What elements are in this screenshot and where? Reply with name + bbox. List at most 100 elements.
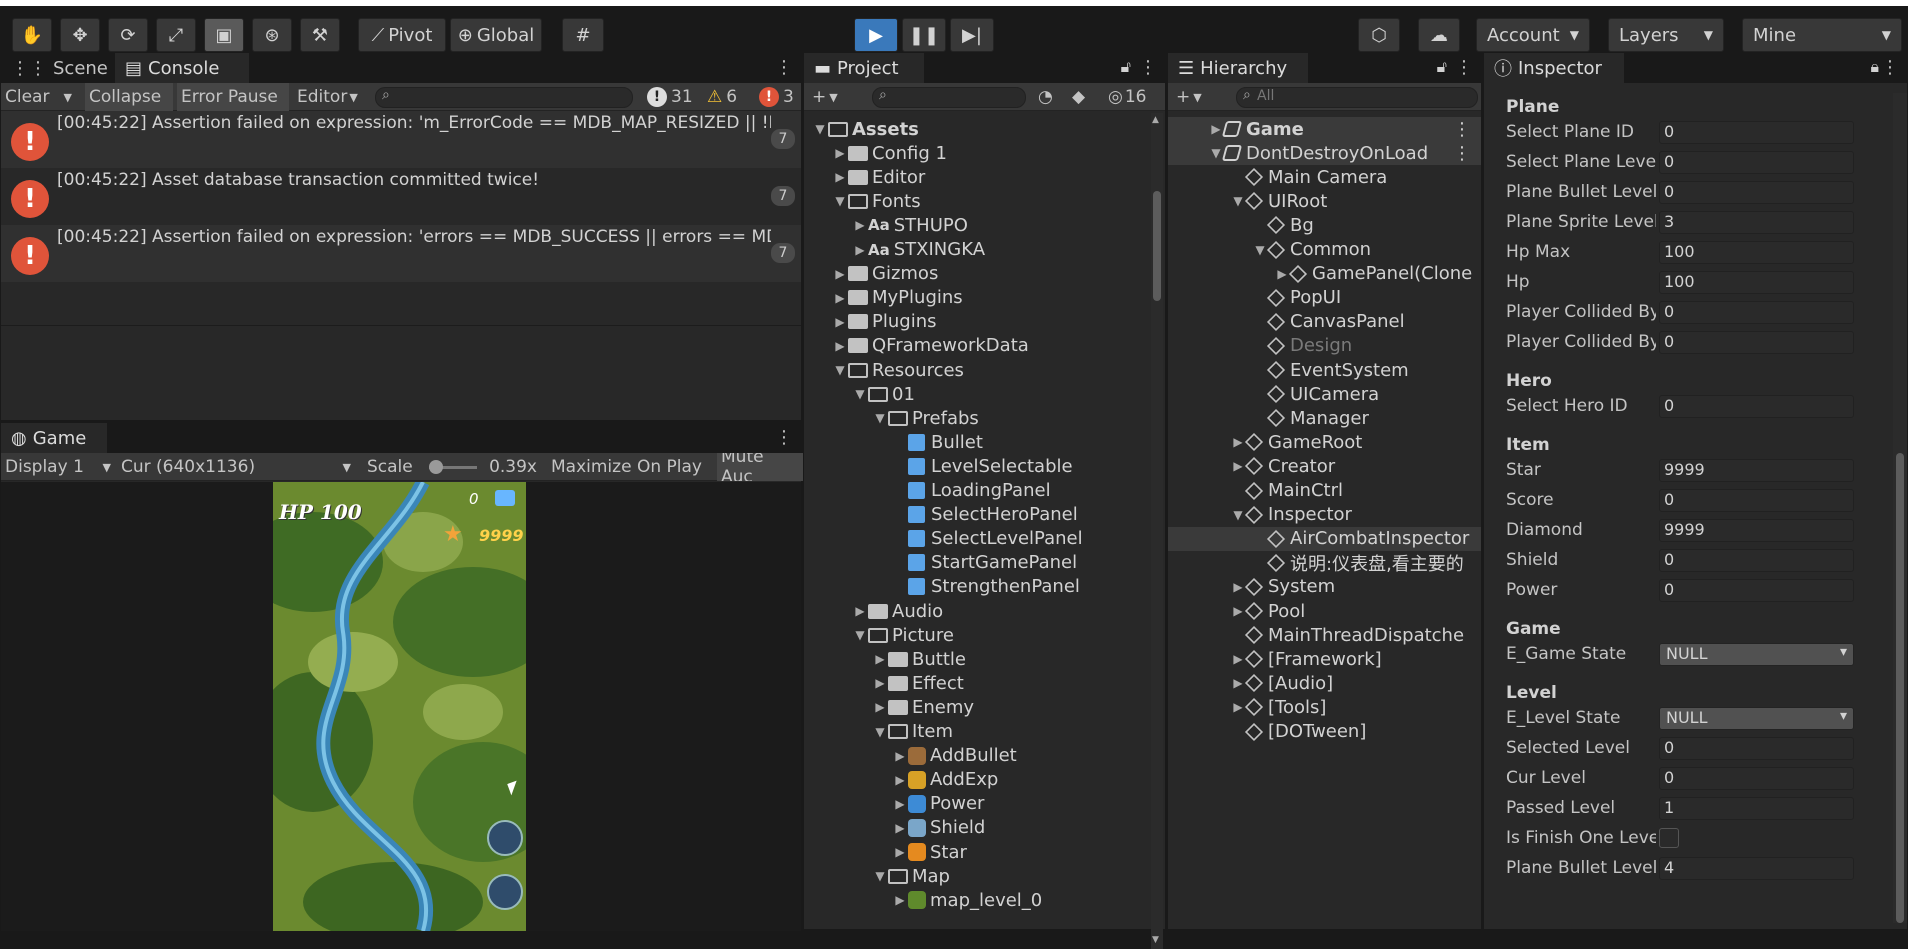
tree-item[interactable]: ▶ AddExp bbox=[804, 768, 1149, 792]
collapse-toggle[interactable]: Collapse bbox=[85, 83, 173, 111]
game-viewport[interactable]: HP 100 0 ★ 9999 bbox=[1, 482, 801, 931]
inspector-field-input[interactable]: 0 bbox=[1659, 579, 1854, 602]
scale-tool-icon[interactable]: ⤢ bbox=[156, 18, 196, 52]
collapsed-arrow-icon[interactable]: ▶ bbox=[892, 749, 908, 763]
layout-dropdown[interactable]: Mine ▼ bbox=[1742, 18, 1902, 52]
tree-item[interactable]: ▼ Item bbox=[804, 720, 1149, 744]
console-entry[interactable]: ! [00:45:22] Assertion failed on express… bbox=[1, 225, 801, 282]
collapsed-arrow-icon[interactable]: ▶ bbox=[852, 604, 868, 618]
kebab-menu-icon[interactable]: ⋮ bbox=[1455, 57, 1473, 78]
tree-item[interactable]: ▶ Power bbox=[804, 792, 1149, 816]
filter-type-icon[interactable]: ◔ bbox=[1034, 83, 1064, 111]
tree-item[interactable]: ▶ [Tools] bbox=[1168, 695, 1481, 719]
inspector-field-input[interactable]: 0 bbox=[1659, 489, 1854, 512]
collapsed-arrow-icon[interactable]: ▶ bbox=[832, 291, 848, 305]
tree-item[interactable]: MainCtrl bbox=[1168, 479, 1481, 503]
console-entry[interactable]: ! [00:45:22] Assertion failed on express… bbox=[1, 111, 801, 168]
collapsed-arrow-icon[interactable]: ▶ bbox=[832, 339, 848, 353]
tree-item[interactable]: Main Camera bbox=[1168, 165, 1481, 189]
inspector-field-input[interactable]: 0 bbox=[1659, 121, 1854, 144]
grid-snap-icon[interactable]: # bbox=[562, 18, 604, 52]
account-dropdown[interactable]: Account ▼ bbox=[1476, 18, 1590, 52]
log-count-toggle[interactable]: ! 31 bbox=[643, 83, 699, 111]
tree-item[interactable]: ▼ Map bbox=[804, 864, 1149, 888]
collapsed-arrow-icon[interactable]: ▶ bbox=[852, 243, 868, 257]
move-tool-icon[interactable]: ✥ bbox=[60, 18, 100, 52]
collapsed-arrow-icon[interactable]: ▶ bbox=[872, 676, 888, 690]
tree-item[interactable]: UICamera bbox=[1168, 382, 1481, 406]
collapsed-arrow-icon[interactable]: ▶ bbox=[1230, 700, 1246, 714]
tree-item[interactable]: [DOTween] bbox=[1168, 720, 1481, 744]
tree-item[interactable]: ▶ Star bbox=[804, 840, 1149, 864]
tree-item[interactable]: CanvasPanel bbox=[1168, 310, 1481, 334]
kebab-menu-icon[interactable]: ⋮ bbox=[1881, 57, 1899, 78]
expanded-arrow-icon[interactable]: ▼ bbox=[872, 411, 888, 425]
tree-item[interactable]: ▶ [Framework] bbox=[1168, 647, 1481, 671]
rotate-tool-icon[interactable]: ⟳ bbox=[108, 18, 148, 52]
collapsed-arrow-icon[interactable]: ▶ bbox=[892, 773, 908, 787]
expanded-arrow-icon[interactable]: ▼ bbox=[812, 122, 828, 136]
resolution-dropdown[interactable]: Cur (640x1136) ▼ bbox=[117, 453, 355, 481]
tree-item[interactable]: ▶ MyPlugins bbox=[804, 286, 1149, 310]
tree-item[interactable]: ▶ GamePanel(Clone bbox=[1168, 262, 1481, 286]
project-scrollbar[interactable]: ▲ ▼ bbox=[1151, 113, 1163, 949]
tree-item[interactable]: ▼ Resources bbox=[804, 358, 1149, 382]
kebab-menu-icon[interactable]: ⋮ bbox=[1139, 57, 1157, 78]
tab-console[interactable]: ▤ Console bbox=[115, 53, 249, 83]
tree-item[interactable]: ▶ System bbox=[1168, 575, 1481, 599]
expanded-arrow-icon[interactable]: ▼ bbox=[872, 869, 888, 883]
hierarchy-search-input[interactable]: All bbox=[1236, 87, 1478, 108]
inspector-checkbox[interactable] bbox=[1659, 828, 1679, 848]
kebab-menu-icon[interactable]: ⋮ bbox=[1453, 119, 1471, 140]
tree-item[interactable]: Bullet bbox=[804, 430, 1149, 454]
tree-item[interactable]: ▼ Prefabs bbox=[804, 406, 1149, 430]
pivot-toggle[interactable]: ⟋ Pivot bbox=[358, 18, 446, 52]
tree-item[interactable]: SelectLevelPanel bbox=[804, 527, 1149, 551]
tree-item[interactable]: ▶ GameRoot bbox=[1168, 430, 1481, 454]
tree-item[interactable]: ▼ Inspector bbox=[1168, 503, 1481, 527]
collapsed-arrow-icon[interactable]: ▶ bbox=[1230, 604, 1246, 618]
tree-item[interactable]: EventSystem bbox=[1168, 358, 1481, 382]
collapsed-arrow-icon[interactable]: ▶ bbox=[832, 267, 848, 281]
maximize-on-play-toggle[interactable]: Maximize On Play bbox=[547, 453, 715, 481]
tree-item[interactable]: LevelSelectable bbox=[804, 454, 1149, 478]
tree-item[interactable]: ▼ Common bbox=[1168, 238, 1481, 262]
tree-item[interactable]: ▼ Fonts bbox=[804, 189, 1149, 213]
tree-item[interactable]: ▶ QFrameworkData bbox=[804, 334, 1149, 358]
inspector-scrollbar-thumb[interactable] bbox=[1896, 453, 1904, 923]
tree-item[interactable]: ▼ Picture bbox=[804, 623, 1149, 647]
expanded-arrow-icon[interactable]: ▼ bbox=[872, 725, 888, 739]
collapsed-arrow-icon[interactable]: ▶ bbox=[1230, 435, 1246, 449]
collapsed-arrow-icon[interactable]: ▶ bbox=[892, 797, 908, 811]
tree-item[interactable]: ▶ Creator bbox=[1168, 454, 1481, 478]
kebab-menu-icon[interactable]: ⋮ bbox=[775, 57, 793, 78]
lock-icon[interactable]: 🔓︎ bbox=[1121, 57, 1131, 77]
cloud-icon[interactable]: ☁ bbox=[1418, 18, 1460, 52]
tree-item[interactable]: AirCombatInspector bbox=[1168, 526, 1481, 551]
collapsed-arrow-icon[interactable]: ▶ bbox=[892, 893, 908, 907]
warning-count-toggle[interactable]: ⚠ 6 bbox=[703, 83, 753, 111]
lock-icon[interactable]: 🔓︎ bbox=[1437, 57, 1447, 77]
scale-slider[interactable] bbox=[429, 460, 477, 474]
game-screen[interactable]: HP 100 0 ★ 9999 bbox=[273, 482, 526, 931]
tree-item[interactable]: ▶ Game ⋮ bbox=[1168, 117, 1481, 141]
hidden-count-toggle[interactable]: ◎ 16 bbox=[1104, 83, 1166, 111]
tree-item[interactable]: ▶ Gizmos bbox=[804, 262, 1149, 286]
tag-icon[interactable]: ◆ bbox=[1068, 83, 1098, 111]
transform-tool-icon[interactable]: ⊛ bbox=[252, 18, 292, 52]
project-scrollbar-thumb[interactable] bbox=[1153, 191, 1161, 301]
tree-item[interactable]: ▶ [Audio] bbox=[1168, 671, 1481, 695]
collapsed-arrow-icon[interactable]: ▶ bbox=[832, 146, 848, 160]
tree-item[interactable]: ▶ Buttle bbox=[804, 647, 1149, 671]
create-button[interactable]: + ▼ bbox=[808, 83, 848, 111]
inspector-field-input[interactable]: 100 bbox=[1659, 271, 1854, 294]
expanded-arrow-icon[interactable]: ▼ bbox=[1230, 194, 1246, 208]
tab-project[interactable]: ▬ Project bbox=[804, 53, 924, 83]
collapsed-arrow-icon[interactable]: ▶ bbox=[892, 845, 908, 859]
inspector-field-input[interactable]: 0 bbox=[1659, 301, 1854, 324]
rect-tool-icon[interactable]: ▣ bbox=[204, 18, 244, 52]
display-dropdown[interactable]: Display 1 ▼ bbox=[1, 453, 115, 481]
tree-item[interactable]: ▶ Config 1 bbox=[804, 141, 1149, 165]
tree-item[interactable]: ▼ UIRoot bbox=[1168, 189, 1481, 213]
inspector-field-input[interactable]: 0 bbox=[1659, 151, 1854, 174]
